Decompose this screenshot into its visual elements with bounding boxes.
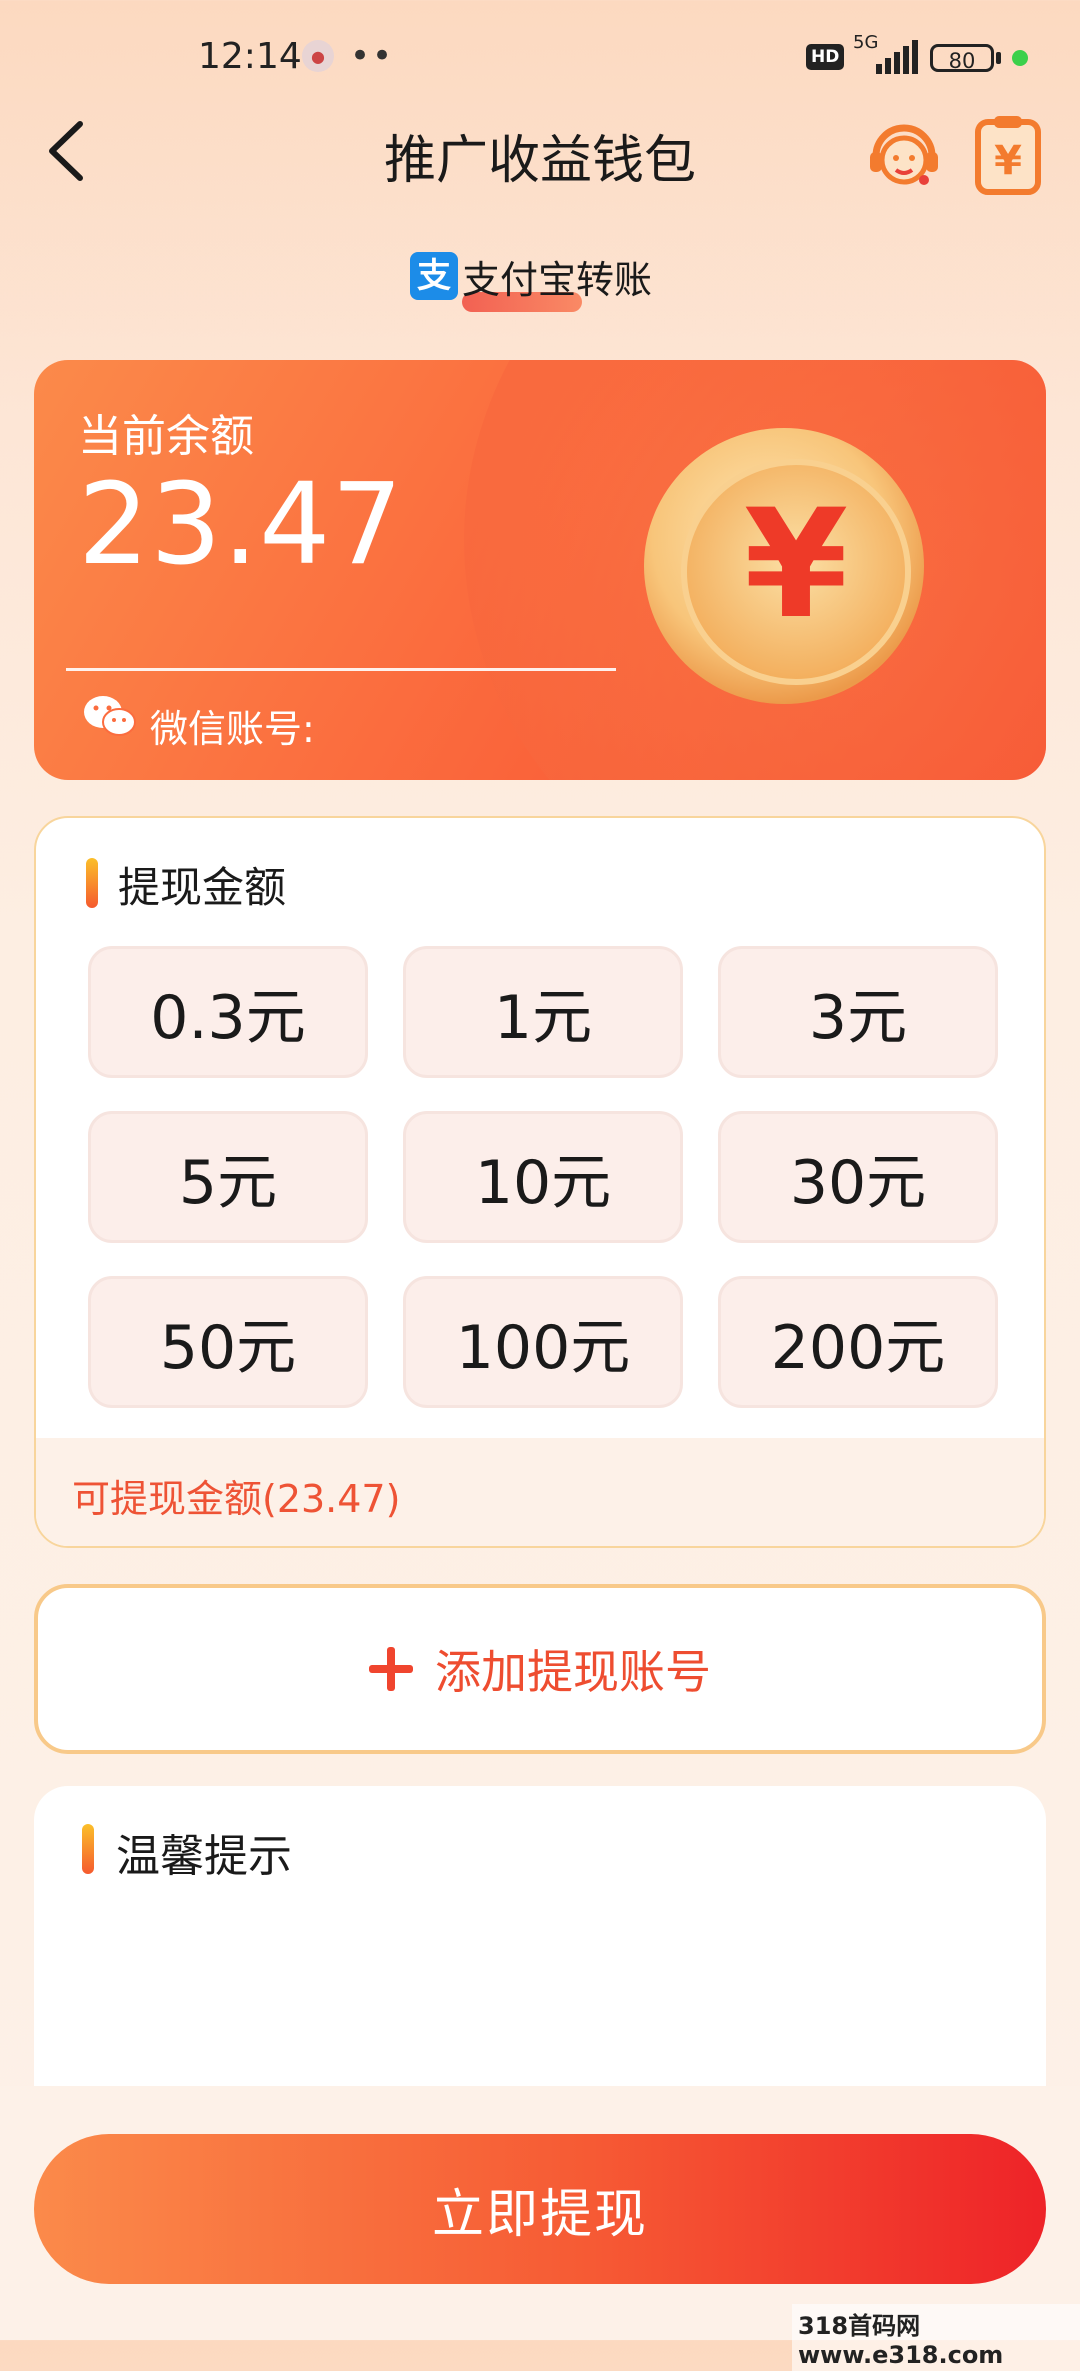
amount-option[interactable]: 100元 xyxy=(403,1276,683,1408)
divider xyxy=(66,668,616,671)
amount-option[interactable]: 0.3元 xyxy=(88,946,368,1078)
section-marker xyxy=(86,858,98,908)
customer-service-button[interactable] xyxy=(866,118,942,194)
available-amount: 可提现金额(23.47) xyxy=(72,1477,401,1521)
withdraw-amount-heading: 提现金额 xyxy=(118,863,287,912)
hd-badge: HD xyxy=(806,44,845,70)
battery-tip xyxy=(996,52,1001,64)
add-withdraw-account-button[interactable]: 添加提现账号 xyxy=(34,1584,1046,1754)
tips-heading: 温馨提示 xyxy=(116,1831,292,1882)
wechat-icon xyxy=(82,692,138,742)
withdraw-amount-card: 提现金额 0.3元 1元 3元 5元 10元 30元 50元 100元 200元… xyxy=(34,816,1046,1548)
amount-option[interactable]: 3元 xyxy=(718,946,998,1078)
customer-service-icon xyxy=(870,124,938,185)
section-marker xyxy=(82,1824,94,1874)
watermark: 318首码网 www.e318.com xyxy=(792,2304,1080,2371)
balance-label: 当前余额 xyxy=(78,411,254,462)
amount-options-grid: 0.3元 1元 3元 5元 10元 30元 50元 100元 200元 xyxy=(88,946,998,1408)
status-more-icon: •• xyxy=(350,36,395,76)
add-account-label: 添加提现账号 xyxy=(435,1645,711,1699)
alipay-icon: 支 xyxy=(410,252,458,300)
amount-option[interactable]: 30元 xyxy=(718,1111,998,1243)
yuan-bill-icon: ¥ xyxy=(975,116,1041,195)
app-notification-icon: ● xyxy=(302,40,334,72)
signal-icon xyxy=(876,40,918,74)
privacy-indicator-dot xyxy=(1012,50,1028,66)
plus-icon xyxy=(369,1647,413,1691)
amount-option[interactable]: 1元 xyxy=(403,946,683,1078)
svg-text:¥: ¥ xyxy=(994,138,1022,184)
network-label: 5G xyxy=(853,32,879,53)
tips-card: 温馨提示 xyxy=(34,1786,1046,2086)
coin-symbol: ¥ xyxy=(744,478,848,652)
bill-button[interactable]: ¥ xyxy=(972,112,1044,196)
amount-option[interactable]: 5元 xyxy=(88,1111,368,1243)
withdraw-now-button[interactable]: 立即提现 xyxy=(34,2134,1046,2284)
battery-icon: 80 xyxy=(930,44,994,73)
status-bar: 12:14 ● •• HD 5G 80 xyxy=(0,0,1080,110)
amount-option[interactable]: 50元 xyxy=(88,1276,368,1408)
balance-value: 23.47 xyxy=(78,460,404,590)
balance-card: 当前余额 23.47 微信账号: ¥ xyxy=(34,360,1046,780)
wechat-account-label: 微信账号: xyxy=(150,707,315,751)
tab-alipay-transfer[interactable]: 支 支付宝转账 xyxy=(410,246,652,306)
status-time: 12:14 xyxy=(198,36,302,77)
amount-option[interactable]: 200元 xyxy=(718,1276,998,1408)
tab-alipay-label: 支付宝转账 xyxy=(462,257,653,302)
yuan-coin-icon: ¥ xyxy=(634,416,934,716)
amount-option[interactable]: 10元 xyxy=(403,1111,683,1243)
